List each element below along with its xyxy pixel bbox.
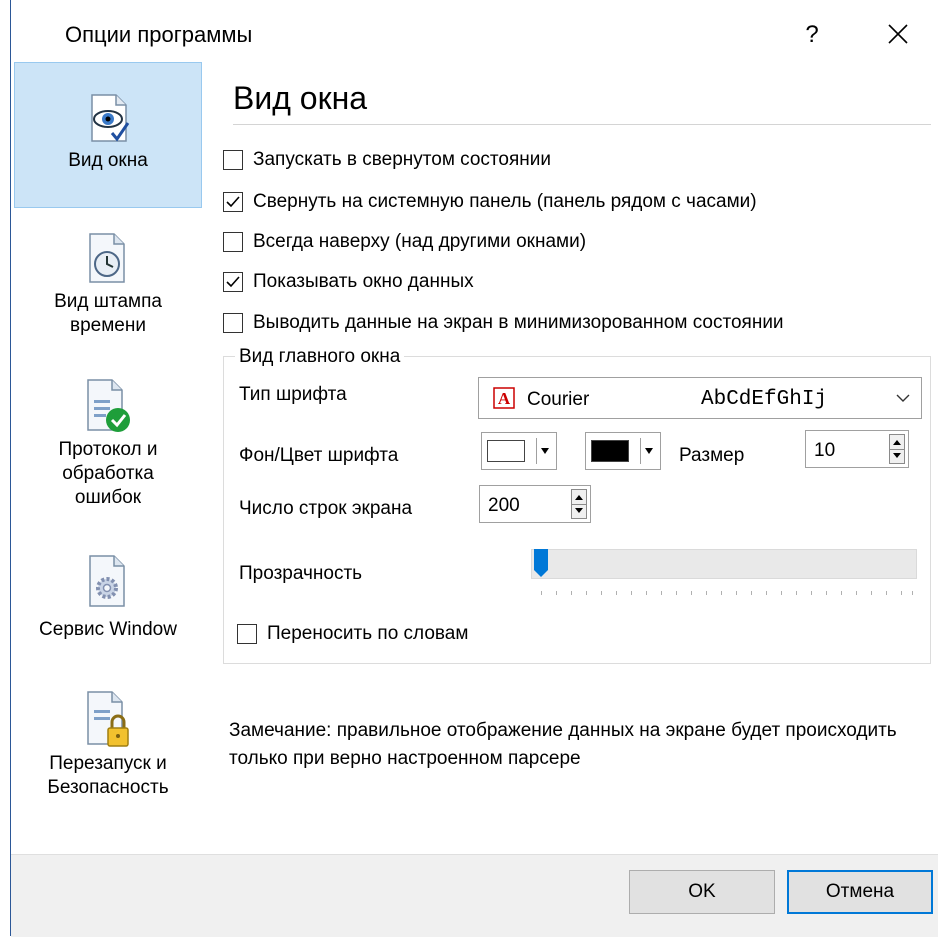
chevron-down-icon: [896, 394, 910, 402]
lock-document-icon: [87, 691, 129, 747]
font-sample: AbCdEfGhIj: [701, 388, 828, 411]
cancel-button[interactable]: Отмена: [787, 870, 933, 914]
checkbox[interactable]: [223, 313, 243, 333]
divider: [536, 438, 537, 464]
arrow-up-icon: [893, 440, 901, 445]
transparency-label: Прозрачность: [239, 563, 363, 584]
ok-button[interactable]: OK: [629, 870, 775, 914]
spinner-arrows[interactable]: [889, 434, 905, 464]
size-label: Размер: [679, 445, 745, 466]
background-color-picker[interactable]: [481, 432, 557, 470]
check-icon: [226, 276, 240, 288]
font-name: Courier: [527, 389, 590, 410]
option-start-minimized[interactable]: Запускать в свернутом состоянии: [223, 146, 551, 174]
checkbox-label: Показывать окно данных: [253, 271, 474, 292]
color-label: Фон/Цвет шрифта: [239, 445, 399, 466]
background-color-swatch: [487, 440, 525, 462]
transparency-slider-track[interactable]: [531, 549, 917, 579]
sidebar-item-window-view[interactable]: Вид окна: [14, 62, 202, 208]
font-size-spinner[interactable]: [805, 430, 909, 468]
arrow-down-icon: [575, 508, 583, 513]
check-icon: [226, 196, 240, 208]
heading-divider: [233, 124, 931, 125]
slider-ticks: [541, 591, 913, 595]
arrow-up-icon: [575, 495, 583, 500]
lines-spinner[interactable]: [479, 485, 591, 523]
lines-label: Число строк экрана: [239, 498, 413, 519]
dialog-footer: OK Отмена: [11, 854, 938, 937]
sidebar-item-label: Вид окна: [68, 150, 148, 171]
option-word-wrap[interactable]: Переносить по словам: [237, 620, 468, 648]
dropdown-arrow-icon: [645, 448, 653, 454]
checkbox[interactable]: [223, 150, 243, 170]
checkbox[interactable]: [223, 232, 243, 252]
eye-document-icon: [91, 94, 130, 142]
checkbox-label: Переносить по словам: [267, 623, 469, 644]
sidebar-item-restart-security[interactable]: Перезапуск и Безопасность: [14, 688, 202, 822]
arrow-down-icon: [893, 453, 901, 458]
font-color-swatch: [591, 440, 629, 462]
dialog-title: Опции программы: [65, 22, 253, 47]
sidebar-item-label: Протокол и обработка ошибок: [58, 439, 158, 508]
sidebar-item-timestamp-view[interactable]: Вид штампа времени: [14, 228, 202, 352]
checkbox[interactable]: [223, 192, 243, 212]
checkbox[interactable]: [223, 272, 243, 292]
checkmark-document-icon: [87, 379, 130, 432]
checkbox-label: Запускать в свернутом состоянии: [253, 149, 551, 170]
option-show-data-window[interactable]: Показывать окно данных: [223, 268, 474, 296]
font-color-picker[interactable]: [585, 432, 661, 470]
clock-document-icon: [89, 233, 125, 283]
sidebar-item-log-errors[interactable]: Протокол и обработка ошибок: [14, 374, 202, 520]
sidebar-item-windows-service[interactable]: Сервис Window: [14, 550, 202, 654]
divider: [640, 438, 641, 464]
option-output-when-minimized[interactable]: Выводить данные на экран в минимизорован…: [223, 309, 784, 337]
font-select[interactable]: A Courier AbCdEfGhIj: [478, 377, 922, 419]
option-always-on-top[interactable]: Всегда наверху (над другими окнами): [223, 228, 586, 256]
sidebar-item-label: Перезапуск и Безопасность: [47, 753, 169, 798]
font-size-input[interactable]: [812, 439, 876, 463]
close-button[interactable]: [873, 14, 923, 54]
svg-text:A: A: [498, 389, 511, 408]
checkbox-label: Всегда наверху (над другими окнами): [253, 231, 587, 252]
page-title: Вид окна: [233, 80, 368, 116]
spinner-arrows[interactable]: [571, 489, 587, 519]
checkbox[interactable]: [237, 624, 257, 644]
font-type-label: Тип шрифта: [239, 384, 347, 405]
sidebar-item-label: Вид штампа времени: [54, 291, 162, 336]
transparency-slider-thumb[interactable]: [533, 548, 549, 578]
close-icon: [888, 24, 908, 44]
checkbox-label: Свернуть на системную панель (панель ряд…: [253, 191, 757, 212]
dropdown-arrow-icon: [541, 448, 549, 454]
gear-document-icon: [89, 555, 125, 607]
groupbox-legend: Вид главного окна: [235, 346, 405, 368]
font-icon: A: [493, 387, 515, 409]
option-minimize-to-tray[interactable]: Свернуть на системную панель (панель ряд…: [223, 188, 757, 216]
checkbox-label: Выводить данные на экран в минимизорован…: [253, 312, 784, 333]
note-text: Замечание: правильное отображение данных…: [229, 720, 897, 769]
options-dialog: Опции программы ? Вид окна Вид штампа вр…: [10, 0, 938, 937]
sidebar-item-label: Сервис Window: [39, 619, 177, 640]
title-bar: Опции программы ?: [11, 0, 938, 62]
help-button[interactable]: ?: [787, 18, 837, 52]
lines-input[interactable]: [486, 494, 550, 518]
